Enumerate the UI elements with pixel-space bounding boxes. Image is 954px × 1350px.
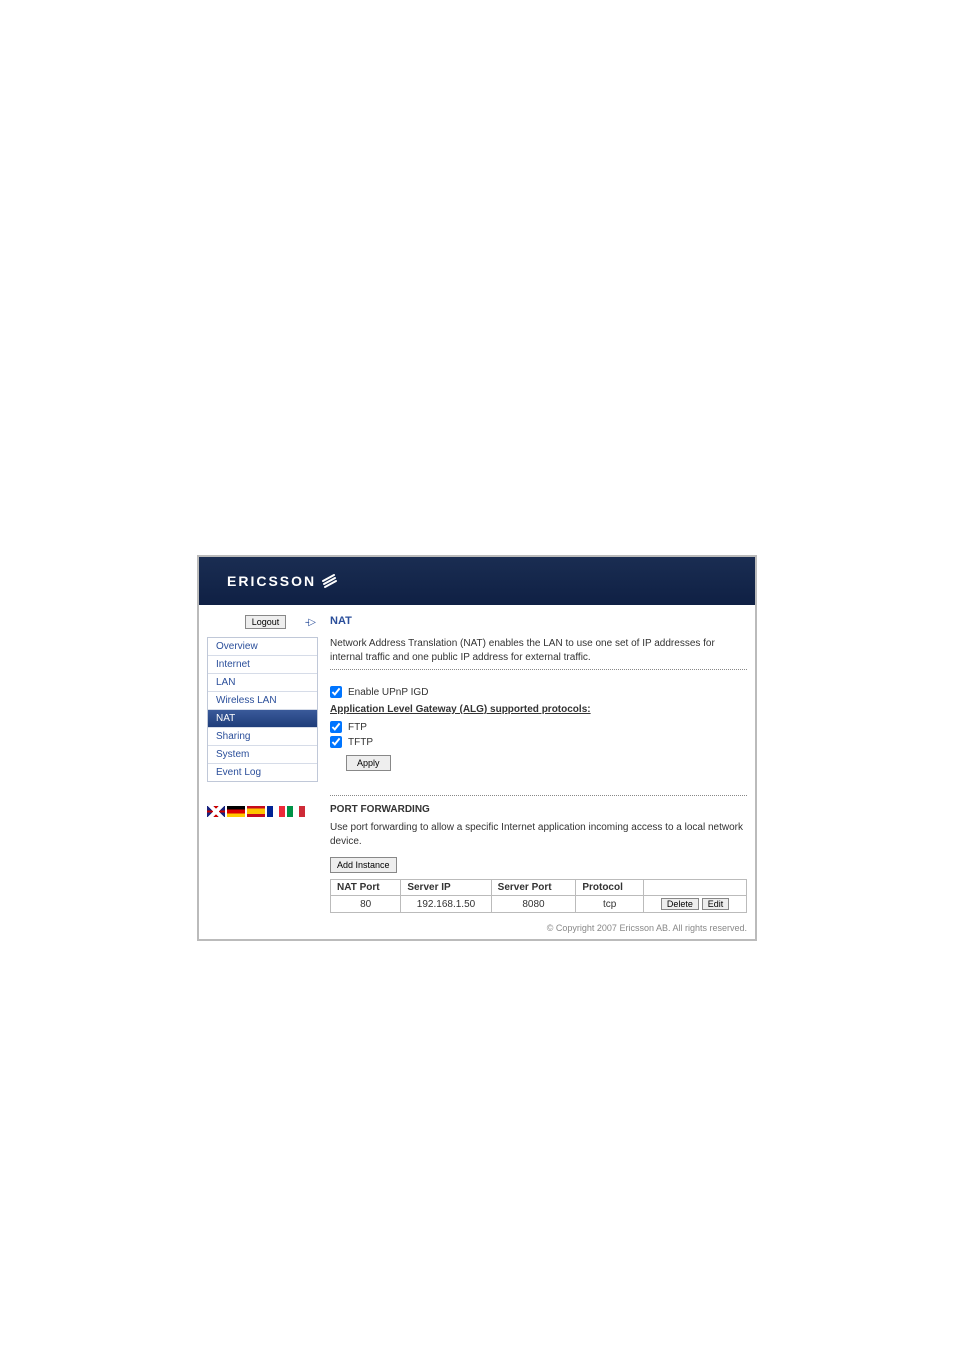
brand-text: ERICSSON xyxy=(227,573,316,589)
nav-item-system[interactable]: System xyxy=(208,746,317,764)
main-content: NAT Network Address Translation (NAT) en… xyxy=(322,615,755,913)
nav-item-wireless-lan[interactable]: Wireless LAN xyxy=(208,692,317,710)
app-window: ERICSSON Logout ···▷ Overview Internet L… xyxy=(197,555,757,941)
cell-nat-port: 80 xyxy=(331,896,401,913)
nav-menu: Overview Internet LAN Wireless LAN NAT S… xyxy=(207,637,318,782)
add-instance-button[interactable]: Add Instance xyxy=(330,857,397,873)
nav-item-event-log[interactable]: Event Log xyxy=(208,764,317,781)
enable-upnp-checkbox[interactable] xyxy=(330,686,342,698)
alg-heading: Application Level Gateway (ALG) supporte… xyxy=(330,704,747,715)
logout-button[interactable]: Logout xyxy=(245,615,287,629)
language-flags xyxy=(207,806,318,817)
header-bar: ERICSSON xyxy=(199,557,755,605)
ericsson-logo-icon xyxy=(322,573,338,589)
enable-upnp-label: Enable UPnP IGD xyxy=(348,687,428,698)
page-title: NAT xyxy=(330,615,747,627)
cell-protocol: tcp xyxy=(576,896,644,913)
flag-it-icon[interactable] xyxy=(287,806,305,817)
flag-fr-icon[interactable] xyxy=(267,806,285,817)
expand-arrow-icon: ···▷ xyxy=(304,617,314,628)
th-server-port: Server Port xyxy=(491,880,576,896)
th-nat-port: NAT Port xyxy=(331,880,401,896)
nav-item-internet[interactable]: Internet xyxy=(208,656,317,674)
nav-item-nat[interactable]: NAT xyxy=(208,710,317,728)
left-column: Logout ···▷ Overview Internet LAN Wirele… xyxy=(199,615,322,913)
table-row: 80 192.168.1.50 8080 tcp Delete Edit xyxy=(331,896,747,913)
th-protocol: Protocol xyxy=(576,880,644,896)
nav-item-sharing[interactable]: Sharing xyxy=(208,728,317,746)
alg-ftp-checkbox[interactable] xyxy=(330,721,342,733)
nav-item-overview[interactable]: Overview xyxy=(208,638,317,656)
cell-actions: Delete Edit xyxy=(644,896,747,913)
copyright: © Copyright 2007 Ericsson AB. All rights… xyxy=(199,919,755,939)
flag-uk-icon[interactable] xyxy=(207,806,225,817)
th-server-ip: Server IP xyxy=(401,880,491,896)
nav-item-lan[interactable]: LAN xyxy=(208,674,317,692)
flag-de-icon[interactable] xyxy=(227,806,245,817)
alg-tftp-label: TFTP xyxy=(348,737,373,748)
edit-button[interactable]: Edit xyxy=(702,898,730,910)
apply-button[interactable]: Apply xyxy=(346,755,391,771)
brand: ERICSSON xyxy=(227,573,338,589)
alg-tftp-checkbox[interactable] xyxy=(330,736,342,748)
port-forwarding-table: NAT Port Server IP Server Port Protocol … xyxy=(330,879,747,913)
alg-ftp-label: FTP xyxy=(348,722,367,733)
page-description: Network Address Translation (NAT) enable… xyxy=(330,637,747,670)
cell-server-port: 8080 xyxy=(491,896,576,913)
flag-es-icon[interactable] xyxy=(247,806,265,817)
table-header-row: NAT Port Server IP Server Port Protocol xyxy=(331,880,747,896)
th-actions xyxy=(644,880,747,896)
cell-server-ip: 192.168.1.50 xyxy=(401,896,491,913)
port-forwarding-description: Use port forwarding to allow a specific … xyxy=(330,821,747,849)
port-forwarding-title: PORT FORWARDING xyxy=(330,795,747,815)
delete-button[interactable]: Delete xyxy=(661,898,699,910)
